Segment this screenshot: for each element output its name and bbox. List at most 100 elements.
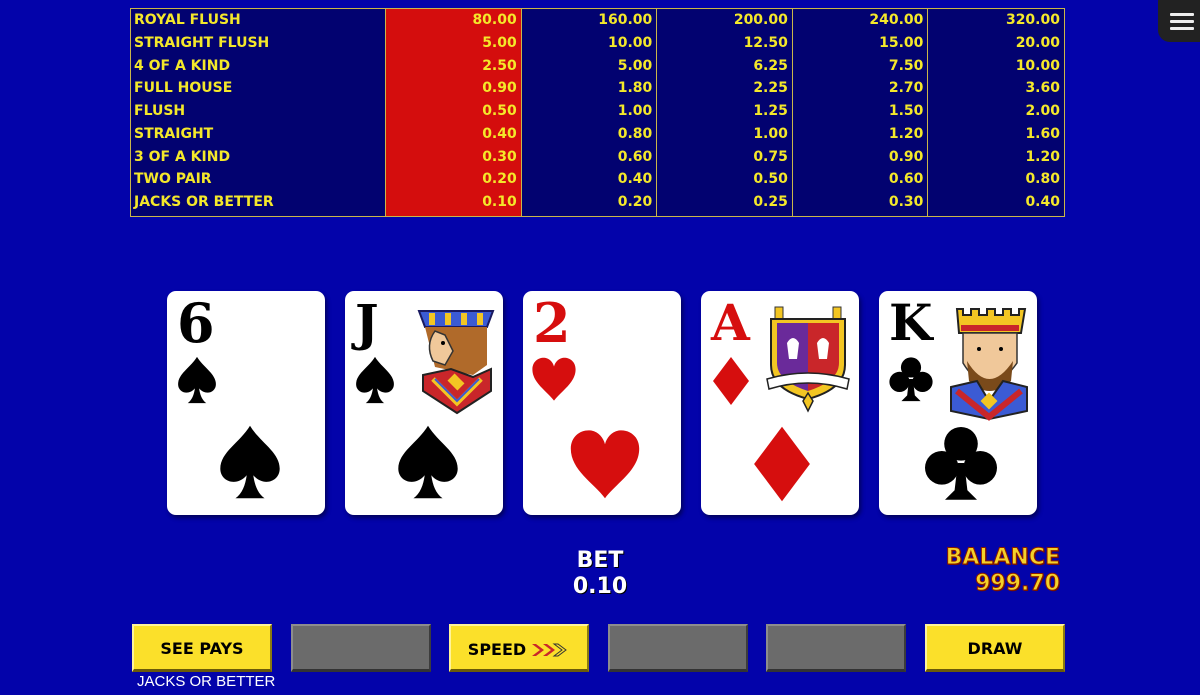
triple-chevron-icon	[532, 643, 568, 656]
paytable-column-bet-4: 240.00 15.00 7.50 2.70 1.50 1.20 0.90 0.…	[793, 9, 929, 216]
payout-value: 2.50	[482, 57, 517, 74]
payout-value: 12.50	[743, 34, 788, 51]
payout-value: 3.60	[1025, 80, 1060, 97]
card-rank: 6	[177, 291, 215, 355]
card-4[interactable]: A	[701, 291, 859, 515]
speed-button[interactable]: SPEED	[449, 624, 589, 672]
payout-value: 1.20	[888, 125, 924, 142]
payout-value: 1.00	[753, 125, 788, 142]
payout-value: 0.90	[888, 148, 924, 165]
hamburger-menu-icon-bar	[1170, 27, 1194, 30]
hamburger-menu-icon	[1170, 13, 1194, 16]
hand-name: STRAIGHT FLUSH	[134, 34, 270, 51]
paytable-column-bet-2: 160.00 10.00 5.00 1.80 1.00 0.80 0.60 0.…	[522, 9, 658, 216]
payout-value: 1.80	[617, 80, 653, 97]
payout-value: 1.00	[617, 103, 653, 120]
payout-value: 0.30	[888, 194, 924, 211]
empty-button-2[interactable]	[608, 624, 748, 672]
payout-value: 0.80	[617, 125, 653, 142]
card-3[interactable]: 2	[523, 291, 681, 515]
hamburger-menu-icon-bar	[1170, 20, 1194, 23]
balance-label: BALANCE	[945, 545, 1060, 571]
payout-value: 0.40	[482, 125, 517, 142]
payout-value: 2.25	[753, 80, 788, 97]
draw-label: DRAW	[967, 639, 1023, 658]
payout-value: 5.00	[617, 57, 653, 74]
payout-value: 240.00	[869, 12, 924, 28]
hand-name: ROYAL FLUSH	[134, 12, 241, 28]
hand-name: STRAIGHT	[134, 125, 214, 142]
card-5[interactable]: K	[879, 291, 1037, 515]
club-icon	[925, 427, 997, 500]
payout-value: 7.50	[888, 57, 924, 74]
payout-value: 20.00	[1015, 34, 1060, 51]
paytable-hand-names: ROYAL FLUSH STRAIGHT FLUSH 4 OF A KIND F…	[131, 9, 387, 216]
draw-button[interactable]: DRAW	[925, 624, 1065, 672]
empty-button-1[interactable]	[291, 624, 431, 672]
see-pays-button[interactable]: SEE PAYS	[132, 624, 272, 672]
paytable-column-bet-3: 200.00 12.50 6.25 2.25 1.25 1.00 0.75 0.…	[657, 9, 793, 216]
heart-icon	[570, 430, 640, 499]
payout-value: 5.00	[482, 34, 517, 51]
payout-value: 0.40	[1025, 194, 1060, 211]
payout-value: 320.00	[1005, 12, 1060, 28]
payout-value: 160.00	[598, 12, 653, 28]
payout-value: 0.75	[753, 148, 788, 165]
paytable: ROYAL FLUSH STRAIGHT FLUSH 4 OF A KIND F…	[130, 8, 1065, 217]
hand-name: 4 OF A KIND	[134, 57, 231, 74]
payout-value: 0.50	[753, 171, 788, 188]
payout-value: 10.00	[1015, 57, 1060, 74]
hand-name: FLUSH	[134, 103, 186, 120]
diamond-icon	[713, 357, 749, 405]
payout-value: 200.00	[733, 12, 788, 28]
spade-icon	[356, 356, 394, 404]
payout-value: 2.00	[1025, 103, 1060, 120]
paytable-column-bet-5: 320.00 20.00 10.00 3.60 2.00 1.60 1.20 0…	[928, 9, 1064, 216]
payout-value: 2.70	[888, 80, 924, 97]
menu-button[interactable]	[1158, 0, 1200, 42]
payout-value: 0.50	[482, 103, 517, 120]
spade-icon	[178, 356, 216, 404]
ace-crest-icon	[766, 306, 850, 413]
speed-label: SPEED	[467, 640, 527, 659]
hand-name: FULL HOUSE	[134, 80, 233, 97]
bet-label: BET	[576, 548, 624, 573]
payout-value: 10.00	[608, 34, 653, 51]
payout-value: 1.50	[888, 103, 924, 120]
payout-value: 0.30	[482, 148, 517, 165]
card-rank: K	[889, 293, 933, 352]
empty-button-3[interactable]	[766, 624, 906, 672]
payout-value: 1.25	[753, 103, 788, 120]
payout-value: 0.20	[482, 171, 517, 188]
payout-value: 0.40	[617, 171, 653, 188]
payout-value: 0.25	[753, 194, 788, 211]
speed-button-content: SPEED	[451, 640, 587, 659]
payout-value: 80.00	[472, 12, 517, 28]
payout-value: 0.80	[1025, 171, 1060, 188]
jack-portrait-icon	[417, 310, 495, 415]
hand-name: 3 OF A KIND	[134, 148, 231, 165]
see-pays-label: SEE PAYS	[160, 639, 244, 658]
payout-value: 1.60	[1025, 125, 1060, 142]
card-2[interactable]: J	[345, 291, 503, 515]
king-portrait-icon	[950, 308, 1028, 421]
payout-value: 0.90	[482, 80, 517, 97]
spade-icon	[220, 425, 280, 499]
diamond-icon	[754, 426, 810, 502]
payout-value: 0.10	[482, 194, 517, 211]
heart-icon	[532, 357, 576, 401]
game-name: JACKS OR BETTER	[137, 673, 276, 690]
card-rank: A	[711, 293, 750, 352]
hand-name: TWO PAIR	[134, 171, 212, 188]
balance-value: 999.70	[975, 571, 1061, 597]
card-rank: J	[355, 293, 379, 352]
payout-value: 0.60	[888, 171, 924, 188]
club-icon	[889, 357, 933, 402]
payout-value: 0.20	[617, 194, 653, 211]
card-1[interactable]: 6	[167, 291, 325, 515]
paytable-column-bet-1: 80.00 5.00 2.50 0.90 0.50 0.40 0.30 0.20…	[386, 9, 522, 216]
payout-value: 0.60	[617, 148, 653, 165]
payout-value: 1.20	[1025, 148, 1060, 165]
card-rank: 2	[533, 291, 571, 355]
hand-name: JACKS OR BETTER	[134, 194, 274, 211]
